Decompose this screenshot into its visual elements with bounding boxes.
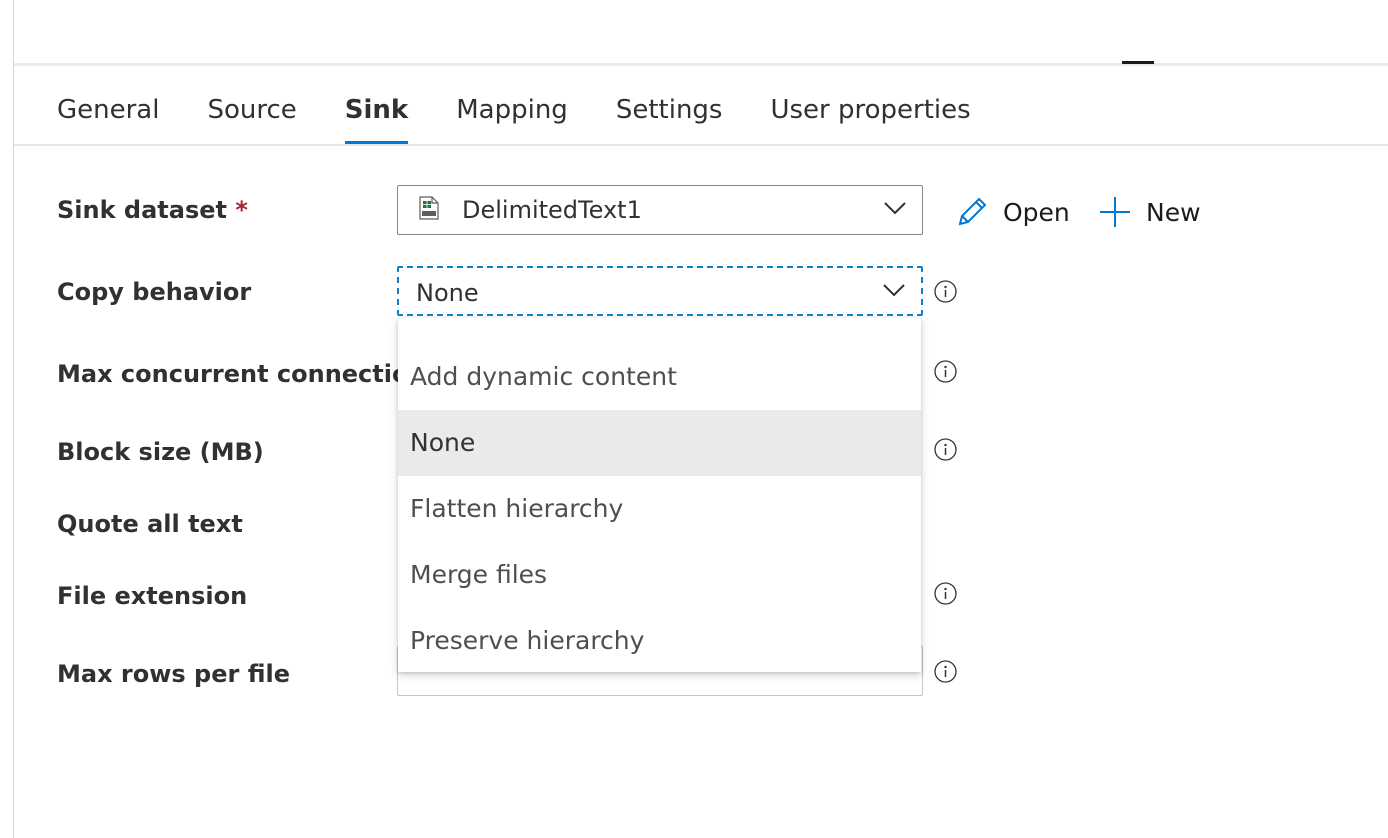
chevron-down-icon bbox=[884, 202, 906, 215]
copy-behavior-value: None bbox=[416, 279, 479, 307]
file-extension-label: File extension bbox=[57, 582, 248, 610]
info-icon[interactable] bbox=[934, 582, 957, 605]
open-button[interactable]: Open bbox=[955, 195, 1070, 229]
option-flatten-hierarchy[interactable]: Flatten hierarchy bbox=[398, 476, 921, 542]
plus-icon bbox=[1100, 197, 1130, 227]
tab-source[interactable]: Source bbox=[207, 93, 296, 145]
panel-left-border bbox=[13, 0, 14, 838]
tab-settings[interactable]: Settings bbox=[616, 93, 723, 145]
tab-sink[interactable]: Sink bbox=[344, 93, 409, 145]
copy-behavior-select[interactable]: None bbox=[397, 266, 923, 316]
copy-behavior-dropdown: Add dynamic content None Flatten hierarc… bbox=[398, 318, 921, 672]
max-concurrent-connections-label: Max concurrent connections bbox=[57, 360, 440, 388]
tabs-divider bbox=[14, 144, 1388, 146]
info-icon[interactable] bbox=[934, 360, 957, 383]
option-none[interactable]: None bbox=[398, 410, 921, 476]
tab-mapping[interactable]: Mapping bbox=[456, 93, 568, 145]
sink-dataset-select[interactable]: DelimitedText1 bbox=[397, 185, 923, 235]
pencil-icon bbox=[958, 197, 987, 226]
csv-file-icon bbox=[419, 196, 439, 220]
tab-bar: General Source Sink Mapping Settings Use… bbox=[57, 93, 1019, 147]
info-icon[interactable] bbox=[934, 280, 957, 303]
tab-general[interactable]: General bbox=[57, 93, 159, 145]
copy-behavior-label: Copy behavior bbox=[57, 278, 252, 306]
sink-dataset-label: Sink dataset * bbox=[57, 196, 248, 224]
sink-settings-panel: General Source Sink Mapping Settings Use… bbox=[0, 0, 1388, 838]
tab-user-properties[interactable]: User properties bbox=[770, 93, 970, 145]
max-rows-per-file-label: Max rows per file bbox=[57, 660, 290, 688]
top-divider bbox=[14, 63, 1388, 66]
sink-dataset-label-text: Sink dataset bbox=[57, 196, 227, 224]
quote-all-text-label: Quote all text bbox=[57, 510, 243, 538]
sink-dataset-value: DelimitedText1 bbox=[462, 196, 642, 224]
option-preserve-hierarchy[interactable]: Preserve hierarchy bbox=[398, 608, 921, 674]
required-mark: * bbox=[235, 196, 248, 224]
option-merge-files[interactable]: Merge files bbox=[398, 542, 921, 608]
open-label: Open bbox=[1003, 197, 1070, 227]
new-label: New bbox=[1146, 197, 1201, 227]
top-indicator bbox=[1122, 61, 1154, 64]
chevron-down-icon bbox=[883, 284, 905, 297]
block-size-label: Block size (MB) bbox=[57, 438, 264, 466]
option-add-dynamic-content[interactable]: Add dynamic content bbox=[398, 344, 921, 410]
new-button[interactable]: New bbox=[1098, 195, 1201, 229]
info-icon[interactable] bbox=[934, 438, 957, 461]
info-icon[interactable] bbox=[934, 660, 957, 683]
